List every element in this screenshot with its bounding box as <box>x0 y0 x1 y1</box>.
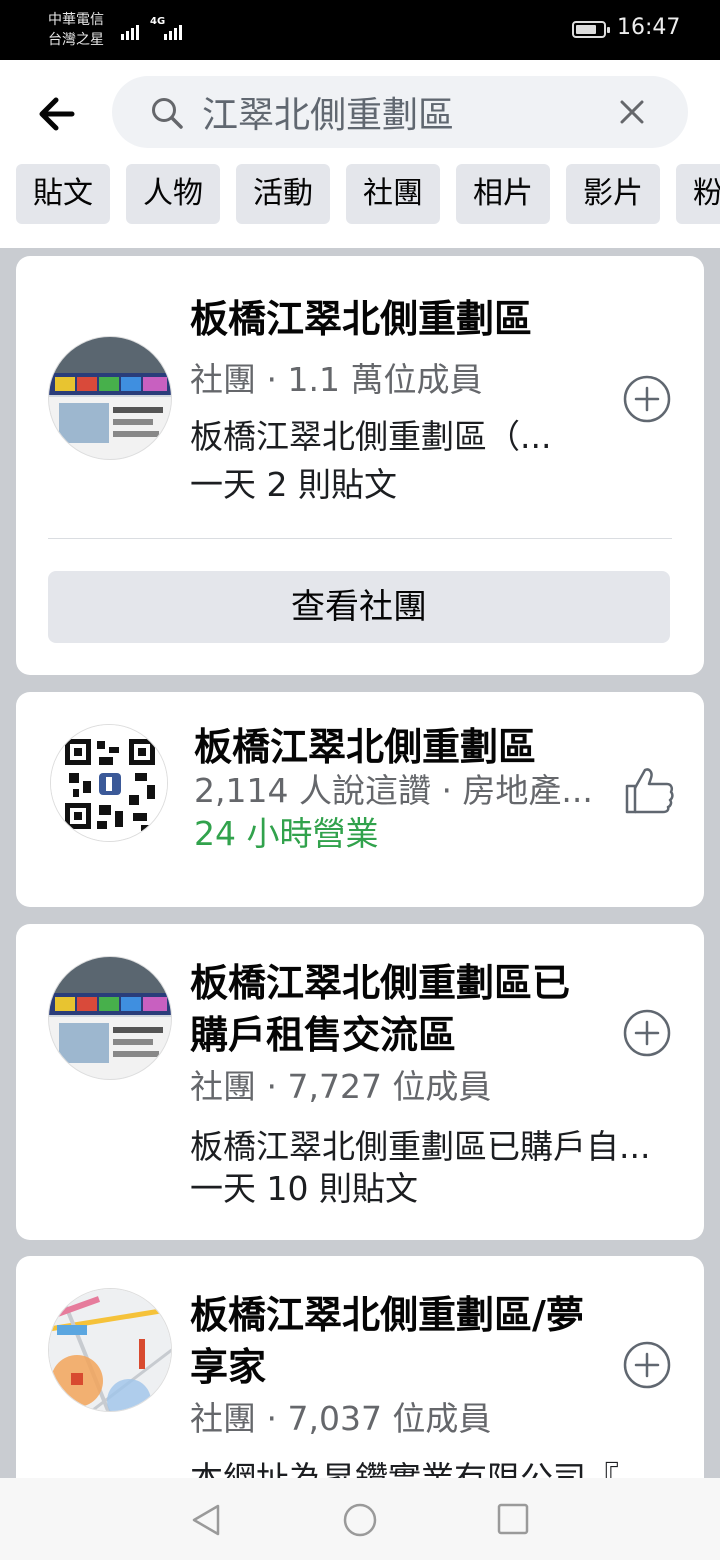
result-title-line2[interactable]: 享家 <box>190 1342 266 1392</box>
system-nav-bar <box>0 1478 720 1560</box>
signal-strength-icon <box>121 18 139 40</box>
filter-people[interactable]: 人物 <box>126 164 220 224</box>
arrow-left-icon <box>39 97 75 131</box>
signal-strength-icon-2 <box>164 18 182 40</box>
group-avatar <box>48 336 172 460</box>
circle-home-icon[interactable] <box>342 1502 378 1538</box>
result-card-group[interactable]: 板橋江翠北側重劃區已 購戶租售交流區 社團 · 7,727 位成員 板橋江翠北側… <box>16 924 704 1240</box>
result-activity: 一天 2 則貼文 <box>190 465 397 504</box>
add-circle-icon <box>623 1009 671 1057</box>
group-avatar-map <box>48 1288 172 1412</box>
add-circle-icon <box>623 1341 671 1389</box>
filter-events[interactable]: 活動 <box>236 164 330 224</box>
join-group-button[interactable] <box>623 375 671 423</box>
result-meta: 2,114 人說這讚 · 房地產... <box>194 771 593 810</box>
result-meta: 社團 · 7,037 位成員 <box>190 1399 492 1438</box>
result-activity: 一天 10 則貼文 <box>190 1169 418 1208</box>
square-recents-icon[interactable] <box>496 1502 530 1536</box>
battery-icon <box>572 21 610 38</box>
view-group-button[interactable]: 查看社團 <box>48 571 670 643</box>
network-type: 4G <box>150 16 166 27</box>
business-hours: 24 小時營業 <box>194 814 379 853</box>
carrier-labels: 中華電信 台灣之星 <box>48 10 104 50</box>
result-card-page[interactable]: 板橋江翠北側重劃區 2,114 人說這讚 · 房地產... 24 小時營業 <box>16 692 704 907</box>
result-card-group[interactable]: 板橋江翠北側重劃區/夢 享家 社團 · 7,037 位成員 本網址為昇鑽實業有限… <box>16 1256 704 1496</box>
filter-photos[interactable]: 相片 <box>456 164 550 224</box>
result-title-line1[interactable]: 板橋江翠北側重劃區/夢 <box>190 1290 584 1340</box>
like-icon <box>625 768 674 814</box>
like-page-button[interactable] <box>623 764 675 816</box>
result-description: 板橋江翠北側重劃區已購戶自... <box>190 1127 651 1166</box>
result-title[interactable]: 板橋江翠北側重劃區 <box>190 294 532 344</box>
close-icon <box>620 100 644 124</box>
divider <box>48 538 672 539</box>
result-card-group[interactable]: 板橋江翠北側重劃區 社團 · 1.1 萬位成員 板橋江翠北側重劃區（... 一天… <box>16 256 704 675</box>
carrier-primary: 中華電信 <box>48 12 104 28</box>
join-group-button[interactable] <box>623 1341 671 1389</box>
carrier-secondary: 台灣之星 <box>48 32 104 48</box>
clear-search-button[interactable] <box>616 96 648 128</box>
clock: 16:47 <box>617 15 681 40</box>
join-group-button[interactable] <box>623 1009 671 1057</box>
group-avatar <box>48 956 172 1080</box>
page-avatar-qr <box>50 724 168 842</box>
result-meta: 社團 · 7,727 位成員 <box>190 1067 492 1106</box>
result-title-line2[interactable]: 購戶租售交流區 <box>190 1010 456 1060</box>
back-button[interactable] <box>36 94 80 134</box>
search-header: 貼文人物活動社團相片影片粉 <box>0 60 720 248</box>
result-title-line1[interactable]: 板橋江翠北側重劃區已 <box>190 958 570 1008</box>
search-input[interactable] <box>202 88 602 136</box>
search-bar[interactable] <box>112 76 688 148</box>
search-icon <box>152 98 183 129</box>
filter-tabs: 貼文 人物 活動 社團 相片 影片粉 <box>16 164 720 224</box>
filter-pages[interactable]: 粉 <box>676 164 720 224</box>
triangle-back-icon[interactable] <box>188 1502 224 1538</box>
filter-posts[interactable]: 貼文 <box>16 164 110 224</box>
filter-videos[interactable]: 影片 <box>566 164 660 224</box>
result-description: 板橋江翠北側重劃區（... <box>190 417 552 456</box>
filter-groups[interactable]: 社團 <box>346 164 440 224</box>
status-bar: 中華電信 台灣之星 4G 16:47 <box>0 0 720 60</box>
result-title[interactable]: 板橋江翠北側重劃區 <box>194 722 536 772</box>
result-meta: 社團 · 1.1 萬位成員 <box>190 360 483 399</box>
add-circle-icon <box>623 375 671 423</box>
